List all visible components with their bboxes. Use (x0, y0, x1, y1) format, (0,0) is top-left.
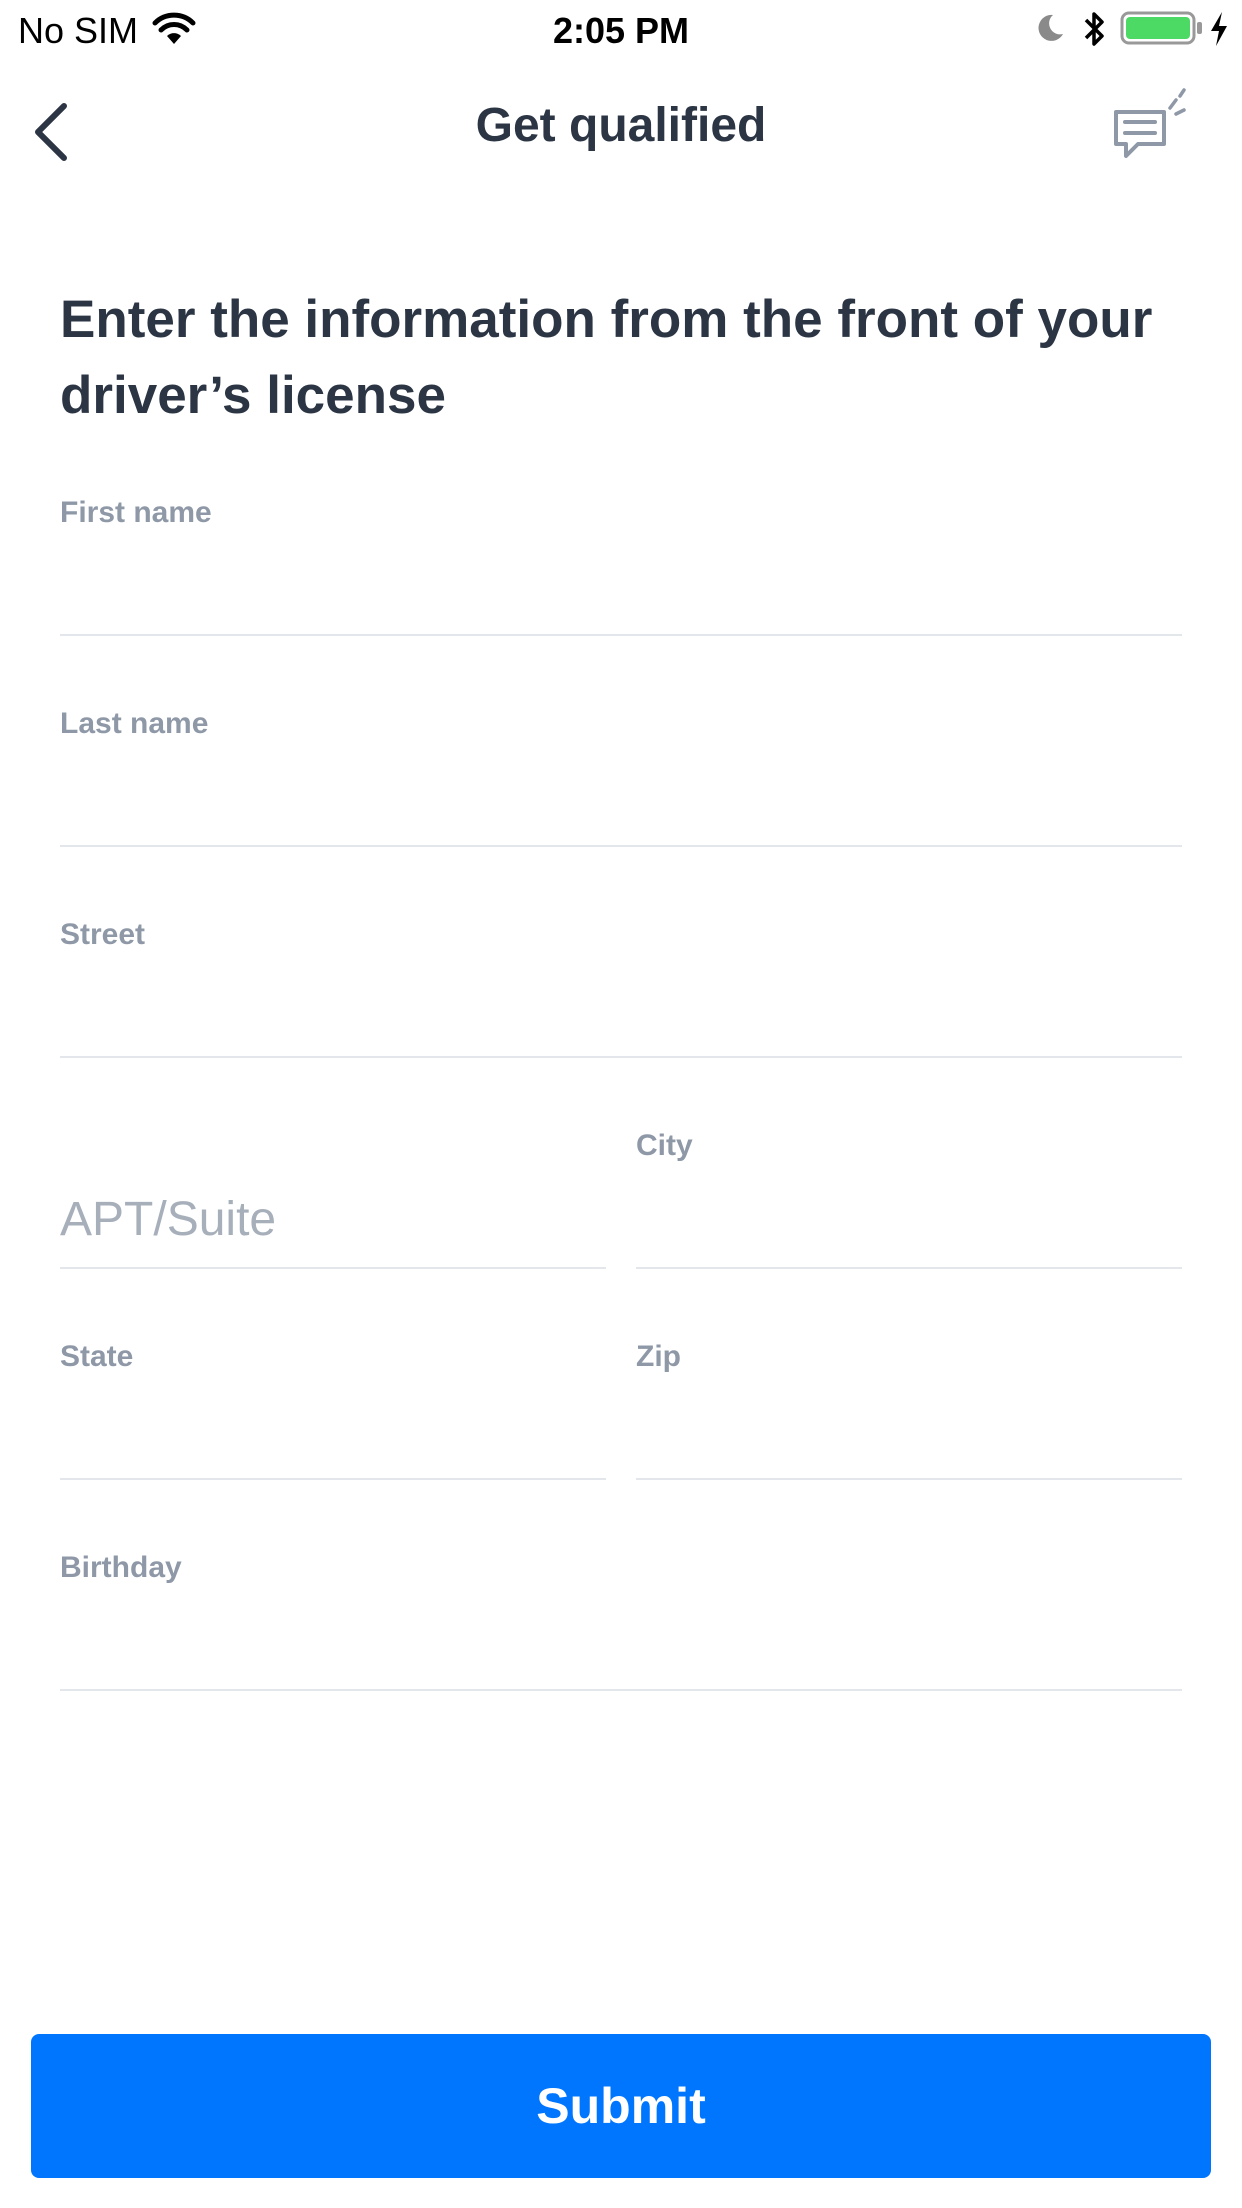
last-name-field: Last name (60, 707, 1182, 857)
birthday-label: Birthday (60, 1551, 182, 1584)
moon-icon (1035, 12, 1065, 49)
bluetooth-icon (1082, 10, 1108, 53)
birthday-input[interactable] (60, 1611, 1182, 1681)
birthday-divider (60, 1689, 1182, 1691)
street-field: Street (60, 918, 1182, 1068)
state-divider (60, 1478, 606, 1480)
chat-button[interactable] (1110, 88, 1190, 168)
last-name-divider (60, 845, 1182, 847)
zip-label: Zip (636, 1340, 681, 1373)
city-input[interactable] (636, 1189, 1182, 1259)
zip-divider (636, 1478, 1182, 1480)
street-label: Street (60, 918, 146, 951)
submit-button[interactable]: Submit (31, 2034, 1211, 2178)
birthday-field: Birthday (60, 1551, 1182, 1701)
state-field: State (60, 1340, 606, 1490)
first-name-field: First name (60, 496, 1182, 646)
chat-bubble-icon (1114, 88, 1186, 158)
zip-field: Zip (636, 1340, 1182, 1490)
apt-suite-divider (60, 1267, 606, 1269)
city-divider (636, 1267, 1182, 1269)
city-field: City (636, 1129, 1182, 1279)
apt-suite-input[interactable] (60, 1169, 606, 1269)
apt-suite-field (60, 1129, 606, 1279)
street-divider (60, 1056, 1182, 1058)
zip-input[interactable] (636, 1400, 1182, 1470)
last-name-label: Last name (60, 707, 209, 740)
first-name-label: First name (60, 496, 212, 529)
street-input[interactable] (60, 978, 1182, 1048)
page-title: Get qualified (475, 99, 767, 152)
battery-icon (1120, 10, 1204, 51)
state-label: State (60, 1340, 134, 1373)
state-input[interactable] (60, 1400, 606, 1470)
status-bar: No SIM 2:05 PM (0, 0, 1242, 60)
last-name-input[interactable] (60, 767, 1182, 837)
instructions-heading: Enter the information from the front of … (60, 290, 1153, 425)
first-name-divider (60, 634, 1182, 636)
nav-bar: Get qualified (0, 70, 1242, 180)
screen: No SIM 2:05 PM Get qualified Enter the i… (0, 0, 1242, 2208)
first-name-input[interactable] (60, 556, 1182, 626)
charging-bolt-icon (1208, 10, 1230, 53)
city-label: City (636, 1129, 693, 1162)
